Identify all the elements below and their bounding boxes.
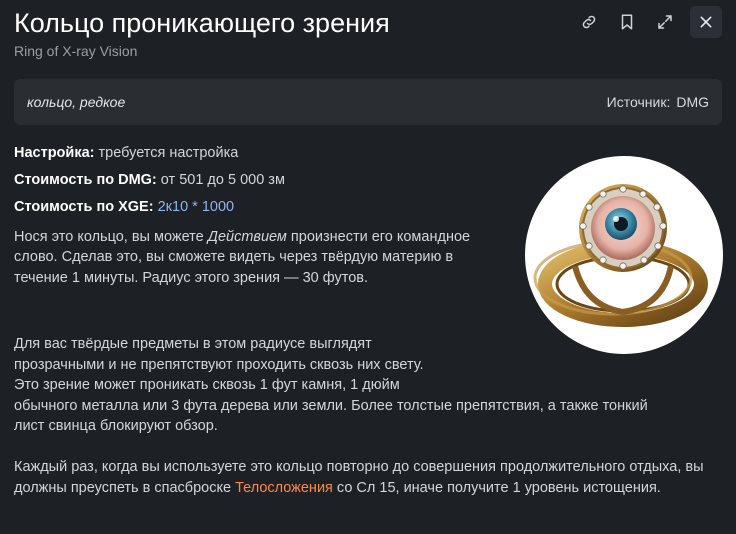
cost-xge-dice-link[interactable]: 2к10 * 1000 — [158, 199, 235, 215]
page-subtitle: Ring of X-ray Vision — [14, 43, 138, 59]
prop-cost-xge: Стоимость по XGE: 2к10 * 1000 — [14, 197, 514, 218]
source-value[interactable]: DMG — [676, 94, 709, 110]
p2-line: Это зрение может проникать сквозь 1 фут … — [14, 377, 400, 393]
description-paragraph-1: Нося это кольцо, вы можете Действием про… — [14, 227, 489, 289]
p2-line: прозрачными и не препятствуют проходить … — [14, 356, 424, 373]
p1-text-start: Нося это кольцо, вы можете — [14, 228, 208, 245]
p2-line: обычного металла или 3 фута дерева или з… — [14, 397, 648, 414]
p3-text-end: со Сл 15, иначе получите 1 уровень истощ… — [332, 479, 661, 496]
source-label: Источник: — [606, 94, 671, 110]
header-toolbar — [564, 6, 722, 38]
link-icon[interactable] — [576, 9, 602, 35]
cost-dmg-label: Стоимость по DMG: — [14, 172, 157, 188]
description-paragraph-3: Каждый раз, когда вы используете это кол… — [14, 457, 722, 498]
item-source: Источник: DMG — [607, 94, 709, 110]
ring-eye-image — [525, 156, 723, 354]
cost-xge-label: Стоимость по XGE: — [14, 199, 154, 215]
bookmark-icon[interactable] — [614, 9, 640, 35]
action-term: Действием — [207, 228, 287, 245]
page-title: Кольцо проникающего зрения — [14, 8, 390, 38]
prop-attunement: Настройка: требуется настройка — [14, 143, 514, 164]
prop-cost-dmg: Стоимость по DMG: от 501 до 5 000 зм — [14, 170, 514, 191]
close-button[interactable] — [690, 6, 722, 38]
cost-dmg-value: от 501 до 5 000 зм — [160, 172, 285, 188]
expand-icon[interactable] — [652, 9, 678, 35]
constitution-link[interactable]: Телосложения — [235, 480, 333, 496]
attunement-label: Настройка: — [14, 145, 95, 161]
p2-line: лист свинца блокируют обзор. — [14, 418, 218, 434]
item-content: Настройка: требуется настройка Стоимость… — [14, 143, 514, 288]
attunement-value: требуется настройка — [98, 145, 239, 161]
item-type: кольцо, редкое — [27, 94, 126, 110]
close-icon — [700, 16, 712, 28]
item-meta-bar: кольцо, редкое Источник: DMG — [14, 79, 722, 125]
